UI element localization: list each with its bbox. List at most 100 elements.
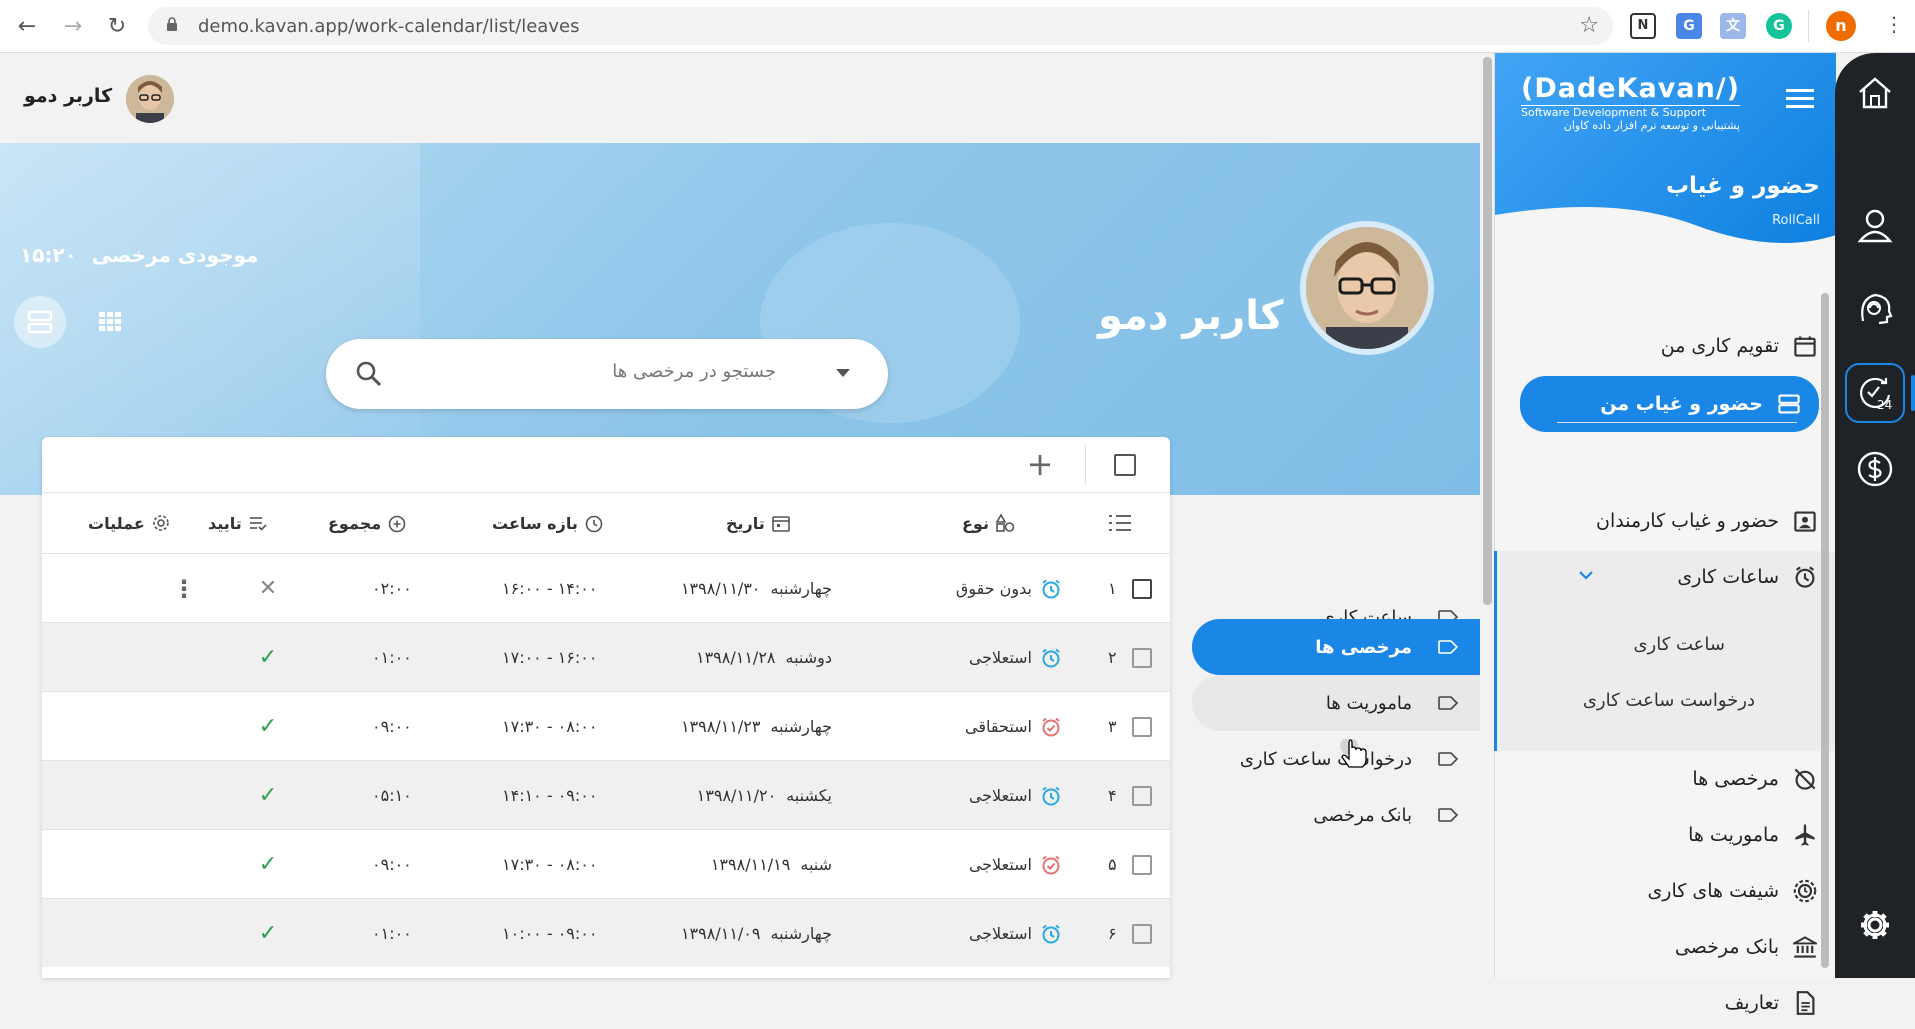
- sidebar-item-my-calendar[interactable]: تقویم کاری من: [1520, 320, 1835, 372]
- support-icon[interactable]: [1851, 285, 1899, 333]
- alarm-type-icon: [1042, 786, 1060, 805]
- leave-type: استعلاجی: [902, 761, 1062, 830]
- rejected-x-icon: ✕: [258, 576, 278, 601]
- forward-icon[interactable]: →: [60, 14, 86, 40]
- subnav-leave-bank[interactable]: بانک مرخصی: [1192, 787, 1480, 843]
- row-select: ۲: [1108, 623, 1152, 692]
- leave-time-range: ۱۴:۱۰ - ۰۹:۰۰: [502, 786, 598, 805]
- leave-weekday: یکشنبه: [786, 786, 832, 805]
- sidebar-item-missions[interactable]: ماموریت ها: [1520, 809, 1835, 861]
- grid-view-button[interactable]: [92, 303, 128, 339]
- table-row[interactable]: ۶ استعلاجی چهارشنبه ۱۳۹۸/۱۱/۰۹ ۱۰:۰۰ - ۰۹:۰۰…: [42, 898, 1170, 967]
- alarm-off-icon: [1794, 768, 1816, 790]
- approve-header-label: تایید: [208, 513, 242, 533]
- notion-extension-icon[interactable]: N: [1630, 13, 1656, 39]
- sidebar-item-leaves[interactable]: مرخصی ها: [1520, 753, 1835, 805]
- approved-check-icon: ✓: [258, 852, 278, 877]
- leave-total: ۰۲:۰۰: [372, 579, 412, 598]
- avatar[interactable]: [126, 75, 174, 123]
- scrollbar-thumb[interactable]: [1483, 57, 1492, 605]
- back-icon[interactable]: ←: [14, 14, 40, 40]
- rollcall-24-icon[interactable]: 24: [1845, 363, 1905, 423]
- home-icon[interactable]: [1851, 69, 1899, 117]
- leave-date-value: ۱۳۹۸/۱۱/۳۰: [680, 579, 761, 598]
- add-leave-button[interactable]: +: [1022, 447, 1058, 483]
- label-tag-icon: [1438, 640, 1458, 654]
- row-checkbox[interactable]: [1132, 647, 1152, 668]
- sidebar-item-definitions[interactable]: تعاریف: [1520, 977, 1835, 1029]
- profile-icon[interactable]: [1851, 201, 1899, 249]
- leave-date-value: ۱۳۹۸/۱۱/۲۰: [696, 786, 777, 805]
- leave-weekday: چهارشنبه: [770, 717, 832, 736]
- time-range-header[interactable]: بازه ساعت: [492, 493, 604, 553]
- gear-icon: [153, 515, 169, 531]
- address-bar[interactable]: demo.kavan.app/work-calendar/list/leaves…: [148, 7, 1613, 45]
- chevron-down-icon[interactable]: [1578, 569, 1594, 581]
- row-checkbox[interactable]: [1132, 578, 1152, 599]
- sidebar-item-shifts[interactable]: شیفت های کاری: [1520, 865, 1835, 917]
- subnav-label: درخواست ساعت کاری: [1239, 748, 1412, 770]
- reload-icon[interactable]: ↻: [104, 14, 130, 40]
- row-menu-kebab-icon[interactable]: ⋮: [172, 554, 196, 623]
- app-rail: 24: [1835, 53, 1915, 978]
- row-select: ۳: [1108, 692, 1152, 761]
- table-row[interactable]: ۲ استعلاجی دوشنبه ۱۳۹۸/۱۱/۲۸ ۱۷:۰۰ - ۱۶:۰۰ ۰۱…: [42, 622, 1170, 691]
- leave-type: استعلاجی: [902, 830, 1062, 899]
- grammarly-extension-icon[interactable]: G: [1766, 13, 1792, 39]
- subnav-work-hour-request[interactable]: درخواست ساعت کاری: [1192, 731, 1480, 787]
- leave-type: بدون حقوق: [902, 554, 1062, 623]
- sidebar-item-label: شیفت های کاری: [1647, 880, 1779, 902]
- search-input[interactable]: جستجو در مرخصی ها: [326, 339, 888, 409]
- hamburger-menu-icon[interactable]: [1786, 89, 1814, 109]
- table-row[interactable]: ۵ استعلاجی شنبه ۱۳۹۸/۱۱/۱۹ ۱۷:۳۰ - ۰۸:۰۰ ۰۹:۰…: [42, 829, 1170, 898]
- settings-icon[interactable]: [1851, 901, 1899, 949]
- profile-avatar[interactable]: n: [1826, 11, 1856, 41]
- table-toolbar: +: [42, 437, 1170, 493]
- page-scrollbar[interactable]: [1481, 53, 1494, 978]
- browser-menu-icon[interactable]: ⋮: [1884, 12, 1904, 36]
- approved-check-icon: ✓: [258, 645, 278, 670]
- table-row[interactable]: ۳ استحقاقی چهارشنبه ۱۳۹۸/۱۱/۲۳ ۱۷:۳۰ - ۰۸:۰۰…: [42, 691, 1170, 760]
- user-menu-button[interactable]: ⌄ کاربر دمو: [24, 85, 135, 107]
- translate-extension-icon[interactable]: G: [1676, 13, 1702, 39]
- top-user-bar: ⌄ کاربر دمو: [0, 53, 1480, 143]
- leave-date: چهارشنبه ۱۳۹۸/۱۱/۰۹: [642, 899, 832, 968]
- table-row[interactable]: ۱ بدون حقوق چهارشنبه ۱۳۹۸/۱۱/۳۰ ۱۶:۰۰ - ۱۴:۰…: [42, 553, 1170, 622]
- sidebar-item-leave-bank[interactable]: بانک مرخصی: [1520, 921, 1835, 973]
- row-checkbox[interactable]: [1132, 716, 1152, 737]
- row-checkbox[interactable]: [1132, 923, 1152, 944]
- row-number: ۱: [1108, 579, 1117, 598]
- finance-icon[interactable]: [1851, 445, 1899, 493]
- grid-view-icon: [99, 312, 121, 331]
- table-row[interactable]: ۴ استعلاجی یکشنبه ۱۳۹۸/۱۱/۲۰ ۱۴:۱۰ - ۰۹:۰۰ ۰۵…: [42, 760, 1170, 829]
- sidebar-item-employees-rollcall[interactable]: حضور و غیاب کارمندان: [1520, 495, 1835, 547]
- leave-type-label: بدون حقوق: [955, 579, 1032, 598]
- dictionary-extension-icon[interactable]: 文: [1720, 13, 1746, 39]
- sidebar-item-my-rollcall[interactable]: حضور و غیاب من: [1520, 376, 1819, 432]
- employees-icon: [1794, 511, 1816, 532]
- logo-persian-subtitle: پشتیبانی و توسعه نرم افزار داده کاوان: [1563, 119, 1740, 132]
- sidebar-subitem-work-hour[interactable]: ساعت کاری: [1520, 621, 1835, 667]
- date-header-label: تاریخ: [726, 513, 765, 533]
- leave-date: یکشنبه ۱۳۹۸/۱۱/۲۰: [642, 761, 832, 830]
- search-filter-dropdown-icon[interactable]: [836, 369, 850, 377]
- subnav-missions[interactable]: ماموریت ها: [1192, 675, 1480, 731]
- numbered-list-icon: [1109, 515, 1131, 531]
- bookmark-star-icon[interactable]: ☆: [1579, 13, 1599, 38]
- type-header[interactable]: نوع: [962, 493, 1015, 553]
- subnav-leaves[interactable]: مرخصی ها: [1192, 619, 1480, 675]
- row-checkbox[interactable]: [1132, 785, 1152, 806]
- calendar-icon: [1794, 336, 1816, 357]
- search-icon[interactable]: [354, 359, 384, 389]
- sidebar-scrollbar[interactable]: [1821, 293, 1829, 968]
- row-number: ۳: [1108, 717, 1117, 736]
- sidebar-subitem-work-hour-request[interactable]: درخواست ساعت کاری: [1520, 677, 1835, 723]
- select-all-checkbox[interactable]: [1114, 454, 1136, 476]
- approve-header[interactable]: تایید: [208, 493, 268, 553]
- sidebar-item-work-hours[interactable]: ساعات کاری: [1520, 551, 1835, 603]
- date-header[interactable]: تاریخ: [726, 493, 791, 553]
- total-header[interactable]: مجموع: [328, 493, 407, 553]
- sidebar-item-label: بانک مرخصی: [1674, 936, 1779, 958]
- row-checkbox[interactable]: [1132, 854, 1152, 875]
- list-view-button[interactable]: [14, 296, 66, 348]
